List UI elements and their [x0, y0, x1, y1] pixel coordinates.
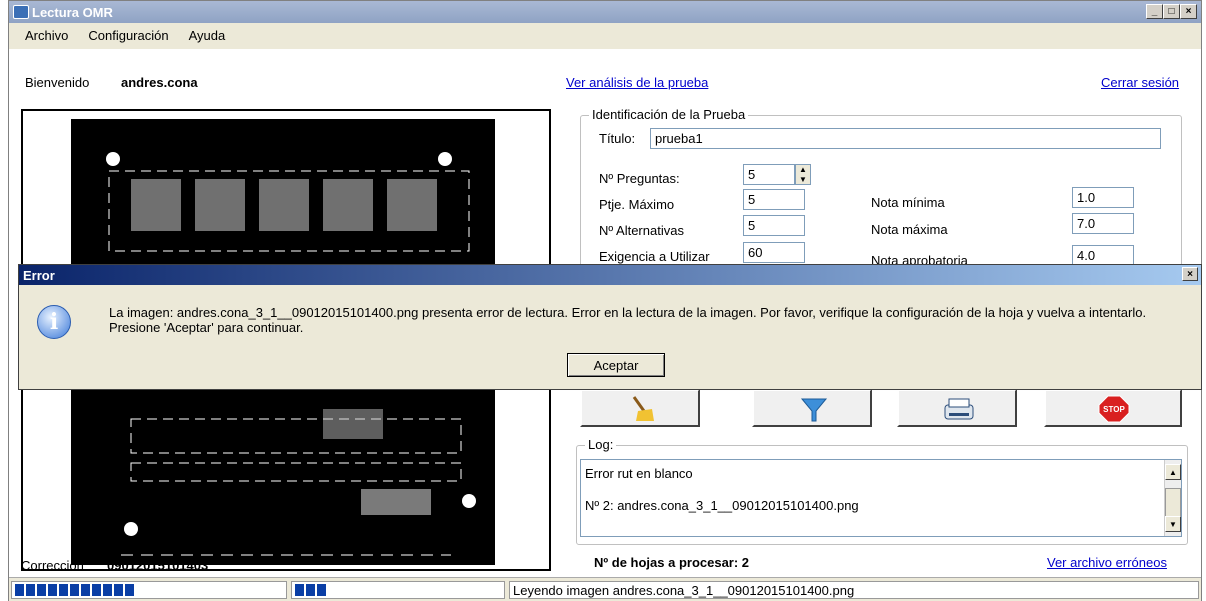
- log-scrollbar[interactable]: ▲ ▼: [1164, 460, 1181, 536]
- questions-label: Nº Preguntas:: [599, 171, 680, 186]
- title-bar: Lectura OMR _ □ ×: [9, 1, 1201, 23]
- stop-icon: STOP: [1098, 395, 1130, 423]
- error-dialog-close-button[interactable]: ×: [1182, 267, 1198, 281]
- requirement-label: Exigencia a Utilizar: [599, 249, 710, 264]
- analysis-link[interactable]: Ver análisis de la prueba: [566, 75, 708, 90]
- app-icon: [13, 5, 29, 19]
- sheets-count: Nº de hojas a procesar: 2: [594, 555, 750, 570]
- clean-button[interactable]: [580, 389, 700, 427]
- log-line: Nº 2: andres.cona_3_1__09012015101400.pn…: [585, 498, 859, 513]
- scanner-icon: [944, 398, 974, 420]
- min-grade-input[interactable]: 1.0: [1072, 187, 1134, 208]
- alternatives-input[interactable]: 5: [743, 215, 805, 236]
- errors-link[interactable]: Ver archivo erróneos: [1047, 555, 1167, 570]
- error-dialog: Error × i La imagen: andres.cona_3_1__09…: [18, 264, 1202, 390]
- window-title: Lectura OMR: [32, 4, 113, 20]
- status-bar: Leyendo imagen andres.cona_3_1__09012015…: [9, 577, 1201, 601]
- error-dialog-titlebar: Error ×: [19, 265, 1201, 285]
- username: andres.cona: [121, 75, 198, 90]
- pass-grade-input[interactable]: 4.0: [1072, 245, 1134, 266]
- stop-button[interactable]: STOP: [1044, 389, 1182, 427]
- welcome-label: Bienvenido: [25, 75, 90, 90]
- max-grade-input[interactable]: 7.0: [1072, 213, 1134, 234]
- filter-icon: [800, 398, 828, 422]
- correction-value: 09012015101403: [107, 558, 209, 573]
- alternatives-label: Nº Alternativas: [599, 223, 684, 238]
- accept-button[interactable]: Aceptar: [567, 353, 665, 377]
- status-text: Leyendo imagen andres.cona_3_1__09012015…: [509, 581, 1199, 599]
- menu-bar: Archivo Configuración Ayuda: [9, 23, 1201, 47]
- filter-button[interactable]: [752, 389, 872, 427]
- error-message: La imagen: andres.cona_3_1__090120151014…: [109, 305, 1147, 335]
- scan-button[interactable]: [897, 389, 1017, 427]
- logout-link[interactable]: Cerrar sesión: [1101, 75, 1179, 90]
- log-line: Error rut en blanco: [585, 466, 693, 481]
- scroll-up-icon[interactable]: ▲: [1165, 464, 1181, 480]
- spin-up-icon[interactable]: ▲: [799, 165, 807, 174]
- close-button[interactable]: ×: [1180, 4, 1197, 19]
- questions-input[interactable]: 5: [743, 164, 795, 185]
- menu-ayuda[interactable]: Ayuda: [189, 28, 226, 43]
- max-grade-label: Nota máxima: [871, 222, 948, 237]
- spin-down-icon[interactable]: ▼: [799, 175, 807, 184]
- stop-icon-text: STOP: [1103, 405, 1125, 414]
- progress-bar-secondary: [291, 581, 505, 599]
- minimize-button[interactable]: _: [1146, 4, 1163, 19]
- requirement-input[interactable]: 60: [743, 242, 805, 263]
- log-textbox[interactable]: Error rut en blanco Nº 2: andres.cona_3_…: [580, 459, 1182, 537]
- error-dialog-title: Error: [23, 267, 55, 283]
- test-identification-legend: Identificación de la Prueba: [589, 107, 749, 122]
- maximize-button[interactable]: □: [1163, 4, 1180, 19]
- min-grade-label: Nota mínima: [871, 195, 945, 210]
- title-label: Título:: [599, 131, 636, 146]
- max-score-label: Ptje. Máximo: [599, 197, 675, 212]
- max-score-input[interactable]: 5: [743, 189, 805, 210]
- scroll-thumb[interactable]: [1165, 488, 1181, 518]
- correction-label: Corrección: [21, 558, 84, 573]
- title-input[interactable]: prueba1: [650, 128, 1161, 149]
- questions-spinner[interactable]: ▲ ▼: [795, 164, 811, 185]
- info-icon: i: [37, 305, 71, 339]
- menu-archivo[interactable]: Archivo: [25, 28, 68, 43]
- status-message: Leyendo imagen andres.cona_3_1__09012015…: [513, 582, 855, 598]
- progress-bar-main: [11, 581, 287, 599]
- broom-icon: [632, 396, 654, 421]
- scroll-down-icon[interactable]: ▼: [1165, 516, 1181, 532]
- log-legend: Log:: [585, 437, 617, 452]
- menu-configuracion[interactable]: Configuración: [88, 28, 168, 43]
